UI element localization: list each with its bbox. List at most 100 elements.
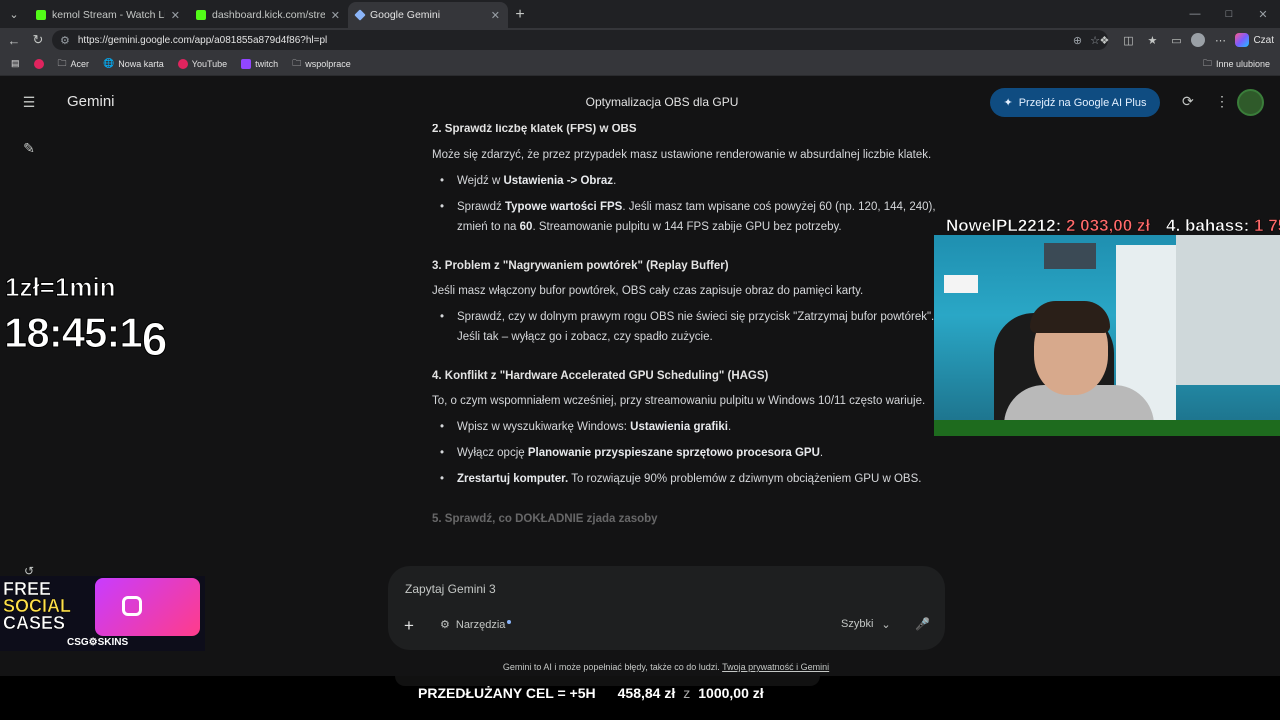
streamer-hair (1030, 301, 1110, 333)
bookmark-label: twitch (255, 58, 279, 69)
text: . (819, 447, 824, 459)
upgrade-label: Przejdź na Google AI Plus (1018, 96, 1147, 109)
add-attachment-icon[interactable]: + (404, 616, 414, 636)
upgrade-button[interactable]: ✦ Przejdź na Google AI Plus (990, 88, 1160, 117)
text: Wyłącz opcję (457, 447, 528, 459)
disclaimer: Gemini to AI i może popełniać błędy, tak… (0, 662, 1280, 672)
folder-icon: 🗀 (1202, 58, 1212, 68)
other-bookmarks[interactable]: 🗀 Inne ulubione (1203, 52, 1270, 76)
overlay-goal-bar: PRZEDŁUŻANY CEL = +5H 458,84 zł z 1000,0… (0, 676, 1280, 720)
bold-text: Typowe wartości FPS (504, 201, 623, 213)
bookmark-label: wspolprace (305, 58, 351, 69)
new-chat-icon[interactable]: ✎ (20, 140, 38, 157)
privacy-link[interactable]: Twoja prywatność i Gemini (722, 662, 829, 672)
tab-title: dashboard.kick.com/stream (212, 9, 325, 21)
collections-icon[interactable]: ▭ (1167, 34, 1185, 47)
bookmark-label: Acer (70, 58, 90, 69)
list-item: Wyłącz opcję Planowanie przyspieszane sp… (432, 443, 942, 463)
sparkle-icon: ✦ (1003, 97, 1013, 109)
promo-brand: CSG⚙SKINS (67, 637, 129, 648)
bookmark-youtube[interactable]: YouTube (173, 58, 232, 69)
bold-text: Zrestartuj komputer. (457, 473, 569, 485)
zoom-icon[interactable]: ⊕ (1073, 34, 1082, 47)
goal-text: PRZEDŁUŻANY CEL = +5H 458,84 zł z 1000,0… (418, 685, 764, 701)
close-icon[interactable]: ✕ (491, 9, 500, 22)
extensions-icon[interactable]: ❖ (1095, 34, 1113, 47)
bullet-list: Wpisz w wyszukiwarkę Windows: Ustawienia… (432, 417, 942, 489)
list-item: Sprawdź, czy w dolnym prawym rogu OBS ni… (432, 307, 942, 347)
share-icon[interactable]: ⟳ (1182, 93, 1194, 110)
list-item: Zrestartuj komputer. To rozwiązuje 90% p… (432, 469, 942, 489)
bookmark-wspolprace[interactable]: 🗀 wspolprace (287, 56, 356, 72)
section-heading: 5. Sprawdź, co DOKŁADNIE zjada zasoby (432, 513, 658, 525)
reading-list-icon[interactable]: ▤ (6, 58, 25, 69)
paragraph: To, o czym wspomniałem wcześniej, przy s… (432, 395, 926, 407)
url-text: https://gemini.google.com/app/a081855a87… (77, 34, 328, 46)
screen: ⌄ kemol Stream - Watch Live on Kick ✕ da… (0, 0, 1280, 720)
tipper-amount: 2 033,00 zł (1066, 216, 1151, 236)
folder-icon: 🗀 (57, 57, 67, 68)
list-item: Sprawdź Typowe wartości FPS. Jeśli masz … (432, 197, 942, 237)
bold-text: 60 (519, 221, 533, 233)
toolbar-actions: ❖ ◫ ★ ▭ ⋯ Czat (1095, 28, 1274, 52)
tools-label: Narzędzia (455, 618, 506, 631)
maximize-icon[interactable]: □ (1212, 0, 1246, 28)
timer-last-digit: 6 (141, 313, 168, 366)
close-window-icon[interactable]: ✕ (1246, 0, 1280, 28)
list-item: Wejdź w Ustawienia -> Obraz. (432, 171, 942, 191)
back-icon[interactable]: ← (2, 28, 26, 52)
section-heading: 4. Konflikt z "Hardware Accelerated GPU … (432, 370, 769, 382)
kick-icon (36, 10, 46, 20)
section-heading: 3. Problem z "Nagrywaniem powtórek" (Rep… (432, 260, 729, 272)
bookmark-acer[interactable]: 🗀 Acer (53, 56, 95, 72)
more-menu-icon[interactable]: ⋯ (1211, 34, 1229, 47)
czat-button[interactable]: Czat (1235, 33, 1274, 47)
more-options-icon[interactable]: ⋮ (1215, 93, 1229, 110)
tipper-amount: 1 75 (1254, 216, 1280, 236)
model-mode-selector[interactable]: Szybki ⌄ (841, 618, 891, 631)
close-icon[interactable]: ✕ (331, 9, 340, 22)
profile-avatar[interactable] (1191, 33, 1206, 47)
bullet-list: Sprawdź, czy w dolnym prawym rogu OBS ni… (432, 307, 942, 347)
new-tab-button[interactable]: + (508, 2, 532, 28)
minimize-icon[interactable]: — (1178, 0, 1212, 28)
tab-gemini[interactable]: Google Gemini ✕ (348, 2, 508, 28)
bookmark-label: Nowa karta (118, 58, 164, 69)
tab-search-icon[interactable]: ⌄ (0, 0, 28, 28)
goal-label: PRZEDŁUŻANY CEL = +5H (418, 685, 596, 701)
favorites-icon[interactable]: ★ (1143, 34, 1161, 47)
bold-text: Ustawienia grafiki (630, 421, 728, 433)
goal-current: 458,84 zł (617, 685, 676, 701)
prompt-composer: Zapytaj Gemini 3 + ⚙ Narzędzia Szybki ⌄ … (388, 566, 945, 650)
globe-icon: 🌐 (103, 58, 115, 68)
scroll-fade (430, 544, 950, 568)
twitch-icon (241, 58, 252, 69)
tab-kick-stream[interactable]: kemol Stream - Watch Live on Kick ✕ (28, 2, 188, 28)
paragraph: Może się zdarzyć, że przez przypadek mas… (432, 149, 932, 161)
disclaimer-text: Gemini to AI i może popełniać błędy, tak… (502, 662, 723, 672)
prompt-input[interactable]: Zapytaj Gemini 3 (405, 582, 496, 596)
split-screen-icon[interactable]: ◫ (1119, 34, 1137, 47)
close-icon[interactable]: ✕ (171, 9, 180, 22)
bookmark-twitch[interactable]: twitch (236, 58, 283, 69)
tab-kick-dashboard[interactable]: dashboard.kick.com/stream ✕ (188, 2, 348, 28)
text: Sprawdź (457, 201, 505, 213)
webcam-feed (934, 235, 1280, 436)
folder-icon: 🗀 (292, 57, 302, 68)
tools-button[interactable]: ⚙ Narzędzia (440, 618, 512, 631)
microphone-icon[interactable]: 🎤 (915, 617, 930, 631)
tab-title: Google Gemini (370, 9, 441, 21)
wall-poster (1044, 243, 1096, 269)
bookmark-youtube-red[interactable] (29, 58, 49, 69)
text: . (727, 421, 732, 433)
account-avatar[interactable] (1237, 89, 1264, 116)
bookmark-nowa-karta[interactable]: 🌐 Nowa karta (98, 58, 169, 69)
instagram-icon (122, 596, 142, 616)
scroll-mask (430, 118, 950, 124)
reload-icon[interactable]: ↻ (26, 28, 50, 52)
site-info-icon[interactable]: ⚙ (60, 34, 70, 47)
youtube-icon (33, 58, 44, 69)
text: Wejdź w (457, 175, 504, 187)
tipper-name: 4. bahass: (1166, 216, 1250, 236)
address-bar[interactable]: ⚙ https://gemini.google.com/app/a081855a… (52, 30, 1108, 50)
